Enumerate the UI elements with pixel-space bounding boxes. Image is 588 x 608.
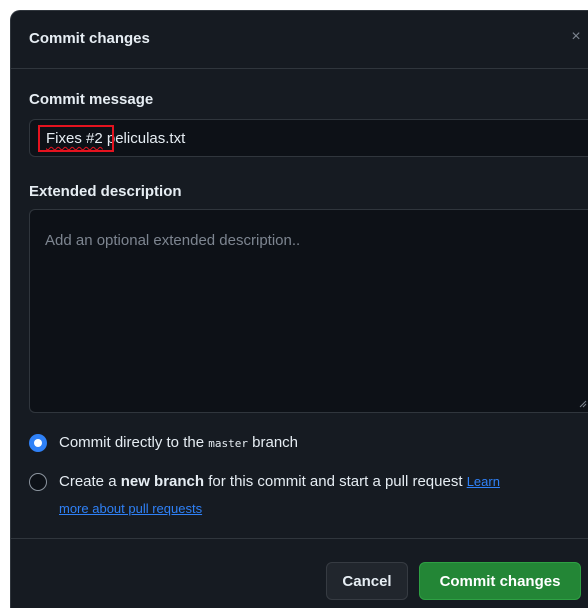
extended-description-label: Extended description — [29, 183, 182, 200]
option-new-branch-text-after: for this commit and start a pull request — [204, 473, 467, 490]
extended-description-textarea[interactable]: Add an optional extended description.. — [29, 209, 588, 413]
radio-commit-direct[interactable] — [29, 434, 47, 452]
extended-description-placeholder: Add an optional extended description.. — [45, 232, 301, 249]
learn-more-link-part1[interactable]: Learn — [467, 474, 500, 489]
cancel-button[interactable]: Cancel — [326, 562, 408, 600]
close-icon[interactable]: × — [564, 25, 588, 49]
option-direct-text-before: Commit directly to the — [59, 434, 209, 451]
commit-message-rest-text: peliculas.txt — [102, 130, 186, 147]
commit-message-highlighted-text: Fixes #2 — [46, 130, 103, 147]
commit-message-label: Commit message — [29, 91, 154, 108]
dialog-title: Commit changes — [29, 30, 150, 47]
option-new-branch-label: Create a new branch for this commit and … — [59, 473, 500, 491]
option-new-branch-text-before: Create a — [59, 473, 121, 490]
commit-message-input[interactable]: Fixes #2 peliculas.txt — [29, 119, 588, 157]
dialog-header: Commit changes × — [11, 11, 588, 69]
commit-message-value: Fixes #2 peliculas.txt — [46, 130, 185, 147]
commit-changes-button[interactable]: Commit changes — [419, 562, 581, 600]
radio-new-branch[interactable] — [29, 473, 47, 491]
branch-name: master — [208, 437, 248, 450]
learn-more-link-part2[interactable]: more about pull requests — [59, 501, 202, 516]
dialog-footer: Cancel Commit changes — [11, 538, 588, 608]
option-commit-direct-label: Commit directly to the master branch — [59, 434, 298, 453]
commit-changes-dialog: Commit changes × Commit message Fixes #2… — [10, 10, 588, 608]
option-new-branch-bold: new branch — [120, 473, 205, 490]
option-direct-text-after: branch — [247, 434, 299, 451]
resize-handle-icon[interactable] — [579, 400, 587, 408]
